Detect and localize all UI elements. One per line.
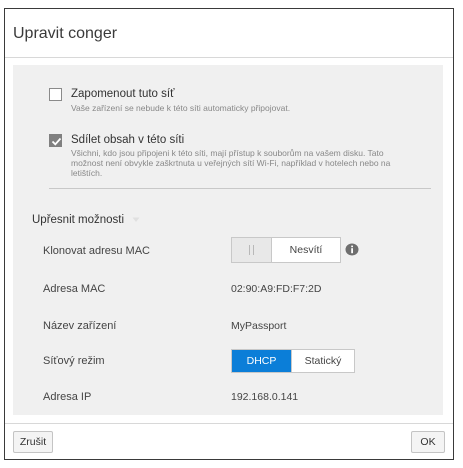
network-mode-dhcp-button[interactable]: DHCP [232,350,291,372]
mac-clone-label: Klonovat adresu MAC [43,245,150,257]
network-mode-selector: DHCP Statický [231,349,355,373]
mac-address-label: Adresa MAC [43,283,106,295]
footer-divider [5,423,453,424]
mac-address-value: 02:90:A9:FD:F7:2D [231,283,322,295]
forget-network-checkbox[interactable] [49,88,62,101]
toggle-grip [249,245,250,255]
share-description-line: letištích. [71,168,103,178]
checkmark-icon [51,137,62,146]
toggle-state-text: Nesvítí [289,244,323,256]
network-mode-static-button[interactable]: Statický [291,350,354,372]
share-description-line: možnost není obvykle zaškrtnuta u veřejn… [71,158,391,168]
cancel-button[interactable]: Zrušit [13,431,53,453]
ip-address-label: Adresa IP [43,391,92,403]
info-icon[interactable] [345,243,359,256]
mac-clone-toggle[interactable]: Nesvítí [231,237,341,263]
device-name-value: MyPassport [231,320,287,332]
forget-network-title: Zapomenout tuto síť [71,88,175,100]
network-mode-label: Síťový režim [43,355,105,367]
settings-panel: Zapomenout tuto síť Vaše zařízení se neb… [13,65,443,415]
share-content-description: Všichni, kdo jsou připojeni k této síti,… [71,148,451,178]
device-name-label: Název zařízení [43,320,117,332]
share-description-line: Všichni, kdo jsou připojeni k této síti,… [71,148,384,158]
chevron-down-icon[interactable] [132,217,140,223]
options-divider [49,188,431,189]
edit-network-dialog: Upravit conger Zapomenout tuto síť Vaše … [4,8,454,460]
title-divider [5,57,453,58]
ok-button[interactable]: OK [411,431,445,453]
dialog-title: Upravit conger [13,25,118,42]
forget-network-description: Vaše zařízení se nebude k této síti auto… [71,103,291,113]
toggle-grip [253,245,254,255]
toggle-knob[interactable] [232,238,272,262]
share-content-checkbox[interactable] [49,134,62,147]
advanced-options-toggle[interactable]: Upřesnit možnosti [32,214,124,226]
share-content-title: Sdílet obsah v této síti [71,134,185,146]
ip-address-value: 192.168.0.141 [231,391,299,403]
